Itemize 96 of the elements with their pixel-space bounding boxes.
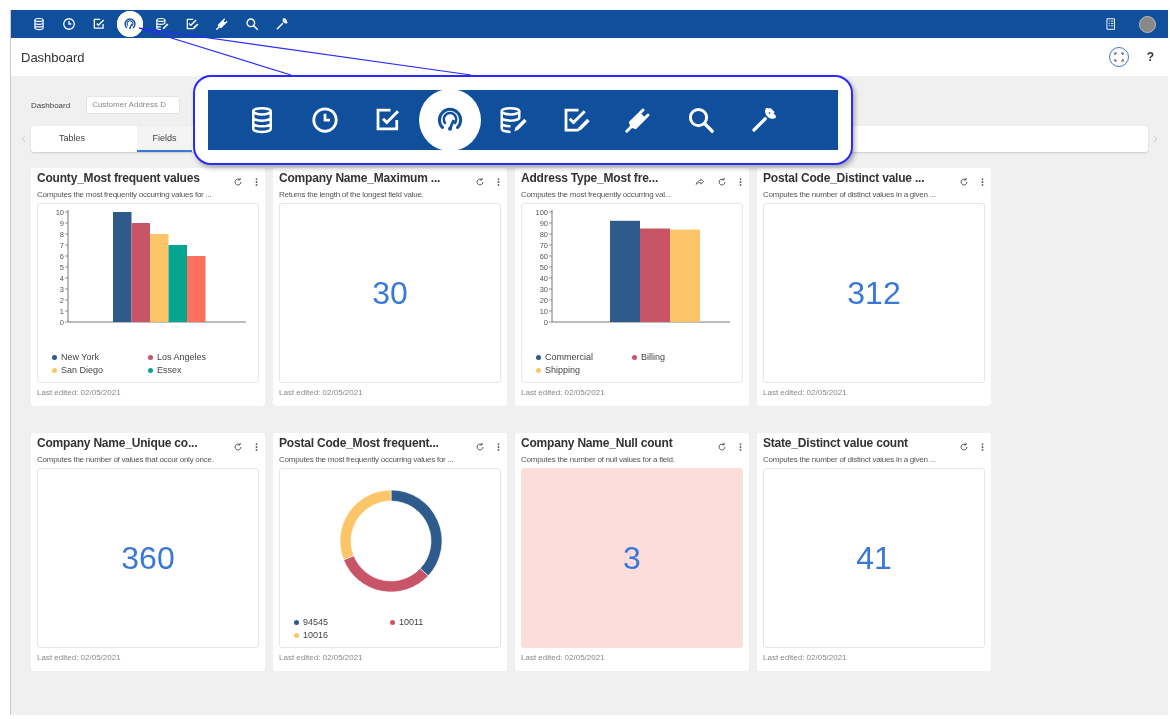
plug-icon [214, 17, 229, 31]
more-button[interactable] [737, 175, 743, 189]
legend-label: Billing [641, 352, 665, 362]
checkbox-icon [91, 17, 106, 31]
more-button[interactable] [979, 175, 985, 189]
more-button[interactable] [253, 440, 259, 454]
more-button[interactable] [979, 440, 985, 454]
metric-value: 360 [121, 539, 175, 577]
refresh-icon [475, 177, 485, 187]
refresh-icon [717, 177, 727, 187]
more-icon [254, 177, 258, 187]
widget-description: Computes the number of values that occur only once. [37, 455, 215, 464]
more-icon [496, 177, 500, 187]
metric-value: 3 [623, 539, 641, 577]
last-edited-text: Last edited: 02/05/2021 [279, 653, 364, 662]
search-icon [686, 105, 717, 135]
legend-dot [294, 619, 299, 625]
legend-dot [390, 619, 395, 625]
database-icon [31, 17, 46, 31]
more-button[interactable] [495, 175, 501, 189]
widget-title: Postal Code_Most frequent... [279, 436, 440, 450]
widget-description: Computes the number of distinct values in a given ... [763, 455, 937, 464]
more-icon [738, 442, 742, 452]
more-icon [496, 442, 500, 452]
gauge-button[interactable] [117, 11, 143, 37]
dashboard-label: Dashboard [31, 100, 71, 110]
more-icon [980, 442, 984, 452]
legend-dot [148, 367, 153, 373]
search-icon [244, 17, 259, 31]
metric-value: 312 [847, 274, 901, 312]
last-edited-text: Last edited: 02/05/2021 [279, 388, 364, 397]
share-icon [695, 177, 705, 187]
legend-label: Essex [157, 365, 182, 375]
clock-icon [310, 105, 341, 135]
refresh-icon [717, 442, 727, 452]
legend-dot [294, 632, 299, 638]
legend-label: Los Angeles [157, 352, 207, 362]
more-icon [738, 177, 742, 187]
last-edited-text: Last edited: 02/05/2021 [37, 388, 122, 397]
more-icon [980, 177, 984, 187]
last-edited-text: Last edited: 02/05/2021 [521, 388, 606, 397]
legend-label: 10016 [303, 630, 329, 640]
refresh-icon [475, 442, 485, 452]
database-edit-icon [498, 105, 529, 135]
page-title: Dashboard [21, 49, 86, 65]
widget-title: Address Type_Most fre... [521, 171, 659, 185]
widget-title: Postal Code_Distinct value ... [763, 171, 926, 185]
legend-label: Shipping [545, 365, 581, 375]
more-icon [254, 442, 258, 452]
more-button[interactable] [253, 175, 259, 189]
legend-dot [52, 354, 57, 360]
tab[interactable]: Fields [137, 126, 192, 152]
avatar[interactable] [1139, 15, 1156, 33]
tab[interactable]: Tables [37, 126, 107, 152]
last-edited-text: Last edited: 02/05/2021 [763, 388, 848, 397]
legend-label: Commercial [545, 352, 593, 362]
legend-label: 10011 [399, 617, 424, 627]
legend-dot [52, 367, 57, 373]
legend-label: 94545 [303, 617, 329, 627]
widget-title: Company Name_Maximum ... [279, 171, 442, 185]
widget-title: Company Name_Unique co... [37, 436, 199, 450]
checkbox-edit-icon [184, 17, 199, 31]
clock-icon [61, 17, 76, 31]
refresh-icon [233, 177, 243, 187]
legend-dot [536, 354, 541, 360]
last-edited-text: Last edited: 02/05/2021 [37, 653, 122, 662]
widget-description: Computes the most frequently occurring values for ... [37, 190, 213, 199]
legend-dot [148, 354, 153, 360]
widget-title: County_Most frequent values [37, 171, 201, 185]
legend-dot [632, 354, 637, 360]
metric-value: 41 [856, 539, 892, 577]
refresh-icon [959, 442, 969, 452]
widget-description: Computes the number of distinct values in a given ... [763, 190, 937, 199]
database-edit-icon [154, 17, 169, 31]
last-edited-text: Last edited: 02/05/2021 [763, 653, 848, 662]
more-button[interactable] [495, 440, 501, 454]
legend-label: New York [61, 352, 100, 362]
widget-description: Returns the length of the longest field value. [279, 190, 425, 199]
last-edited-text: Last edited: 02/05/2021 [521, 653, 606, 662]
refresh-icon [233, 442, 243, 452]
widget-description: Computes the most frequently occurring values for ... [279, 455, 455, 464]
more-button[interactable] [737, 440, 743, 454]
help-button[interactable]: ? [1142, 50, 1158, 64]
gauge-icon [123, 17, 137, 31]
legend-dot [536, 367, 541, 373]
dashboard-field[interactable]: Customer Address D [86, 96, 181, 114]
fullscreen-icon [1113, 52, 1124, 62]
widget-title: State_Distinct value count [763, 436, 909, 450]
metric-value: 30 [372, 274, 408, 312]
list-icon[interactable] [1104, 17, 1118, 31]
widget-description: Computes the most frequently occurring val... [521, 190, 672, 199]
widget-description: Computes the number of null values for a field. [521, 455, 676, 464]
refresh-icon [959, 177, 969, 187]
widget-title: Company Name_Null count [521, 436, 674, 450]
fullscreen-button[interactable] [1108, 47, 1129, 67]
legend-label: San Diego [61, 365, 104, 375]
